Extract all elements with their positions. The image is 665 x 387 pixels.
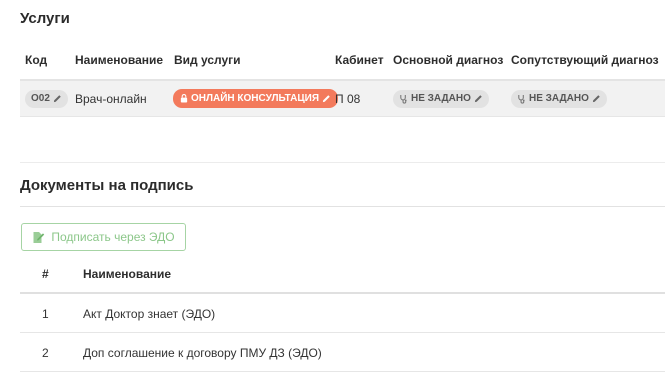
pencil-icon [474, 95, 482, 103]
section-divider [20, 162, 665, 163]
code-edit-pill[interactable]: О02 [25, 89, 68, 108]
column-number: # [42, 267, 49, 281]
document-name: Акт Доктор знает (ЭДО) [83, 307, 216, 321]
column-code: Код [25, 53, 48, 67]
column-name: Наименование [75, 53, 164, 67]
services-title: Услуги [20, 10, 70, 27]
document-number: 2 [42, 346, 49, 360]
pencil-icon [592, 95, 600, 103]
column-cabinet: Кабинет [335, 53, 384, 67]
code-value: О02 [31, 93, 50, 104]
table-row: О02 Врач-онлайн ОНЛАЙН КОНСУЛЬТАЦИЯ П 08… [20, 81, 665, 117]
cabinet-value: П 08 [335, 91, 361, 106]
secondary-diagnosis-pill[interactable]: НЕ ЗАДАНО [511, 89, 607, 108]
sign-via-edo-label: Подписать через ЭДО [51, 230, 175, 244]
documents-table-header: # Наименование [20, 261, 665, 291]
sign-via-edo-button[interactable]: Подписать через ЭДО [21, 223, 186, 251]
documents-title-divider [20, 206, 665, 207]
pencil-icon [322, 95, 330, 103]
secondary-diagnosis-value: НЕ ЗАДАНО [529, 93, 589, 104]
document-sign-icon [33, 231, 45, 243]
document-number: 1 [42, 307, 49, 321]
document-name: Доп соглашение к договору ПМУ ДЗ (ЭДО) [83, 346, 322, 360]
stethoscope-icon [400, 94, 407, 104]
service-type-pill[interactable]: ОНЛАЙН КОНСУЛЬТАЦИЯ [173, 89, 339, 108]
documents-title: Документы на подпись [20, 177, 194, 194]
column-document-name: Наименование [83, 267, 172, 281]
main-diagnosis-value: НЕ ЗАДАНО [411, 93, 471, 104]
pencil-icon [53, 95, 61, 103]
table-row[interactable]: 2 Доп соглашение к договору ПМУ ДЗ (ЭДО) [20, 333, 665, 372]
service-name: Врач-онлайн [75, 91, 147, 106]
services-table-header: Код Наименование Вид услуги Кабинет Осно… [20, 50, 665, 70]
column-secondary-diagnosis: Сопутствующий диагноз [511, 53, 659, 67]
lock-icon [180, 94, 188, 103]
column-main-diagnosis: Основной диагноз [393, 53, 504, 67]
stethoscope-icon [518, 94, 525, 104]
table-row[interactable]: 1 Акт Доктор знает (ЭДО) [20, 294, 665, 333]
service-type-label: ОНЛАЙН КОНСУЛЬТАЦИЯ [191, 93, 320, 104]
main-diagnosis-pill[interactable]: НЕ ЗАДАНО [393, 89, 489, 108]
column-service-type: Вид услуги [174, 53, 241, 67]
